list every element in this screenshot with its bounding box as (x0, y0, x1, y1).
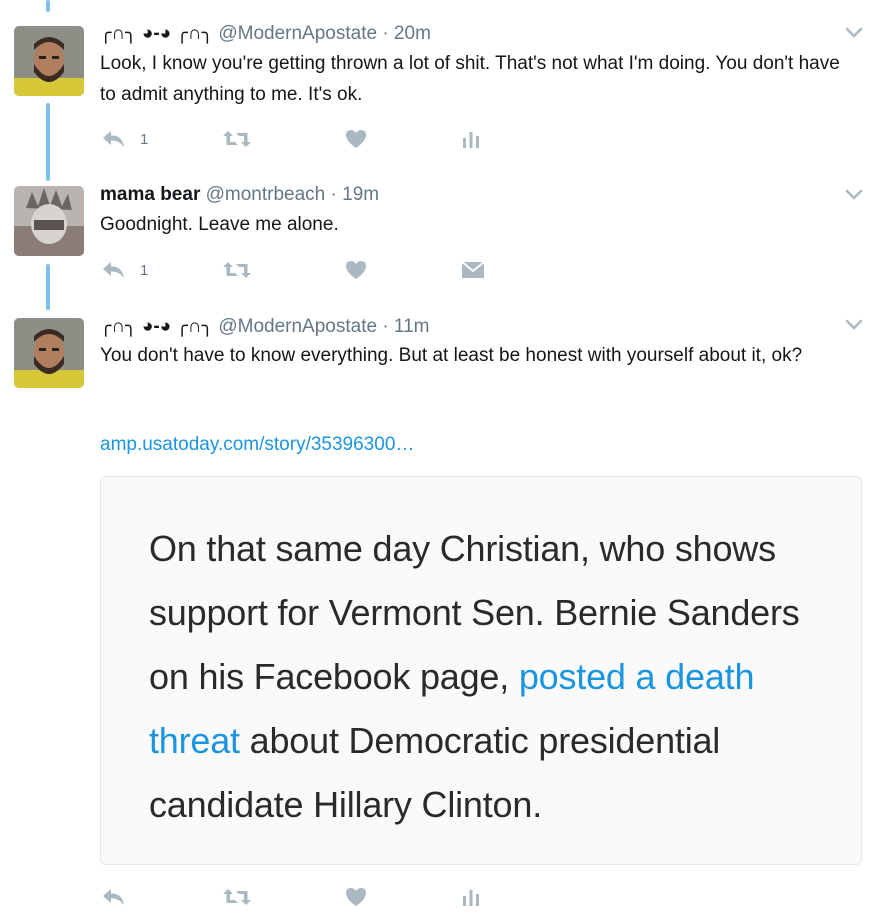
tweet[interactable]: mama bear @montrbeach · 19m Goodnight. L… (0, 170, 886, 300)
direct-message-button[interactable] (461, 255, 485, 285)
retweet-button[interactable] (222, 255, 252, 285)
like-button[interactable] (345, 255, 367, 285)
tweet[interactable]: ╭∩╮ ◕-◕ ╭∩╮ @ModernApostate · 20m Look, … (0, 0, 886, 170)
tweet-header: ╭∩╮ ◕-◕ ╭∩╮ @ModernApostate · 11m (100, 315, 430, 338)
chevron-down-icon[interactable] (844, 188, 864, 202)
timestamp[interactable]: · 19m (331, 184, 380, 205)
analytics-button[interactable] (461, 882, 481, 912)
heart-icon (346, 130, 366, 148)
quote-card[interactable]: On that same day Christian, who shows su… (100, 476, 862, 865)
timestamp[interactable]: · 20m (382, 23, 431, 44)
retweet-icon (223, 131, 251, 147)
chevron-down-icon[interactable] (844, 318, 864, 332)
avatar[interactable] (14, 318, 84, 388)
retweet-button[interactable] (222, 882, 252, 912)
retweet-icon (223, 262, 251, 278)
reply-button[interactable]: 1 (102, 124, 148, 154)
reply-icon (103, 131, 124, 147)
reply-count: 1 (140, 130, 149, 148)
display-name[interactable]: mama bear (100, 184, 200, 205)
reply-icon (103, 262, 124, 278)
heart-icon (346, 888, 366, 906)
like-button[interactable] (345, 882, 367, 912)
reply-button[interactable]: 1 (102, 255, 148, 285)
heart-icon (346, 261, 366, 279)
tweet-text: Goodnight. Leave me alone. (100, 214, 339, 235)
tweet-actions: 1 (100, 255, 520, 285)
user-handle[interactable]: @ModernApostate (218, 316, 377, 337)
user-handle[interactable]: @montrbeach (206, 184, 326, 205)
user-handle[interactable]: @ModernApostate (218, 23, 377, 44)
article-link[interactable]: amp.usatoday.com/story/35396300… (100, 434, 414, 456)
tweet-header: mama bear @montrbeach · 19m (100, 184, 379, 206)
tweet-actions (100, 882, 520, 912)
analytics-icon (463, 890, 479, 906)
retweet-button[interactable] (222, 124, 252, 154)
reply-button[interactable] (102, 882, 140, 912)
display-name[interactable]: ╭∩╮ ◕-◕ ╭∩╮ (100, 316, 213, 337)
timestamp[interactable]: · 11m (382, 316, 429, 337)
retweet-icon (223, 889, 251, 905)
display-name[interactable]: ╭∩╮ ◕-◕ ╭∩╮ (100, 23, 213, 44)
chevron-down-icon[interactable] (844, 26, 864, 40)
like-button[interactable] (345, 124, 367, 154)
quote-text: On that same day Christian, who shows su… (149, 517, 849, 837)
avatar[interactable] (14, 186, 84, 256)
avatar[interactable] (14, 26, 84, 96)
analytics-icon (463, 132, 479, 148)
analytics-button[interactable] (461, 124, 481, 154)
tweet-text: Look, I know you're getting thrown a lot… (100, 53, 840, 105)
reply-count: 1 (140, 261, 149, 279)
tweet-actions: 1 (100, 124, 520, 154)
tweet-header: ╭∩╮ ◕-◕ ╭∩╮ @ModernApostate · 20m (100, 22, 431, 45)
reply-icon (103, 889, 124, 905)
direct-message-icon (461, 261, 485, 278)
tweet-text: You don't have to know everything. But a… (100, 345, 803, 366)
